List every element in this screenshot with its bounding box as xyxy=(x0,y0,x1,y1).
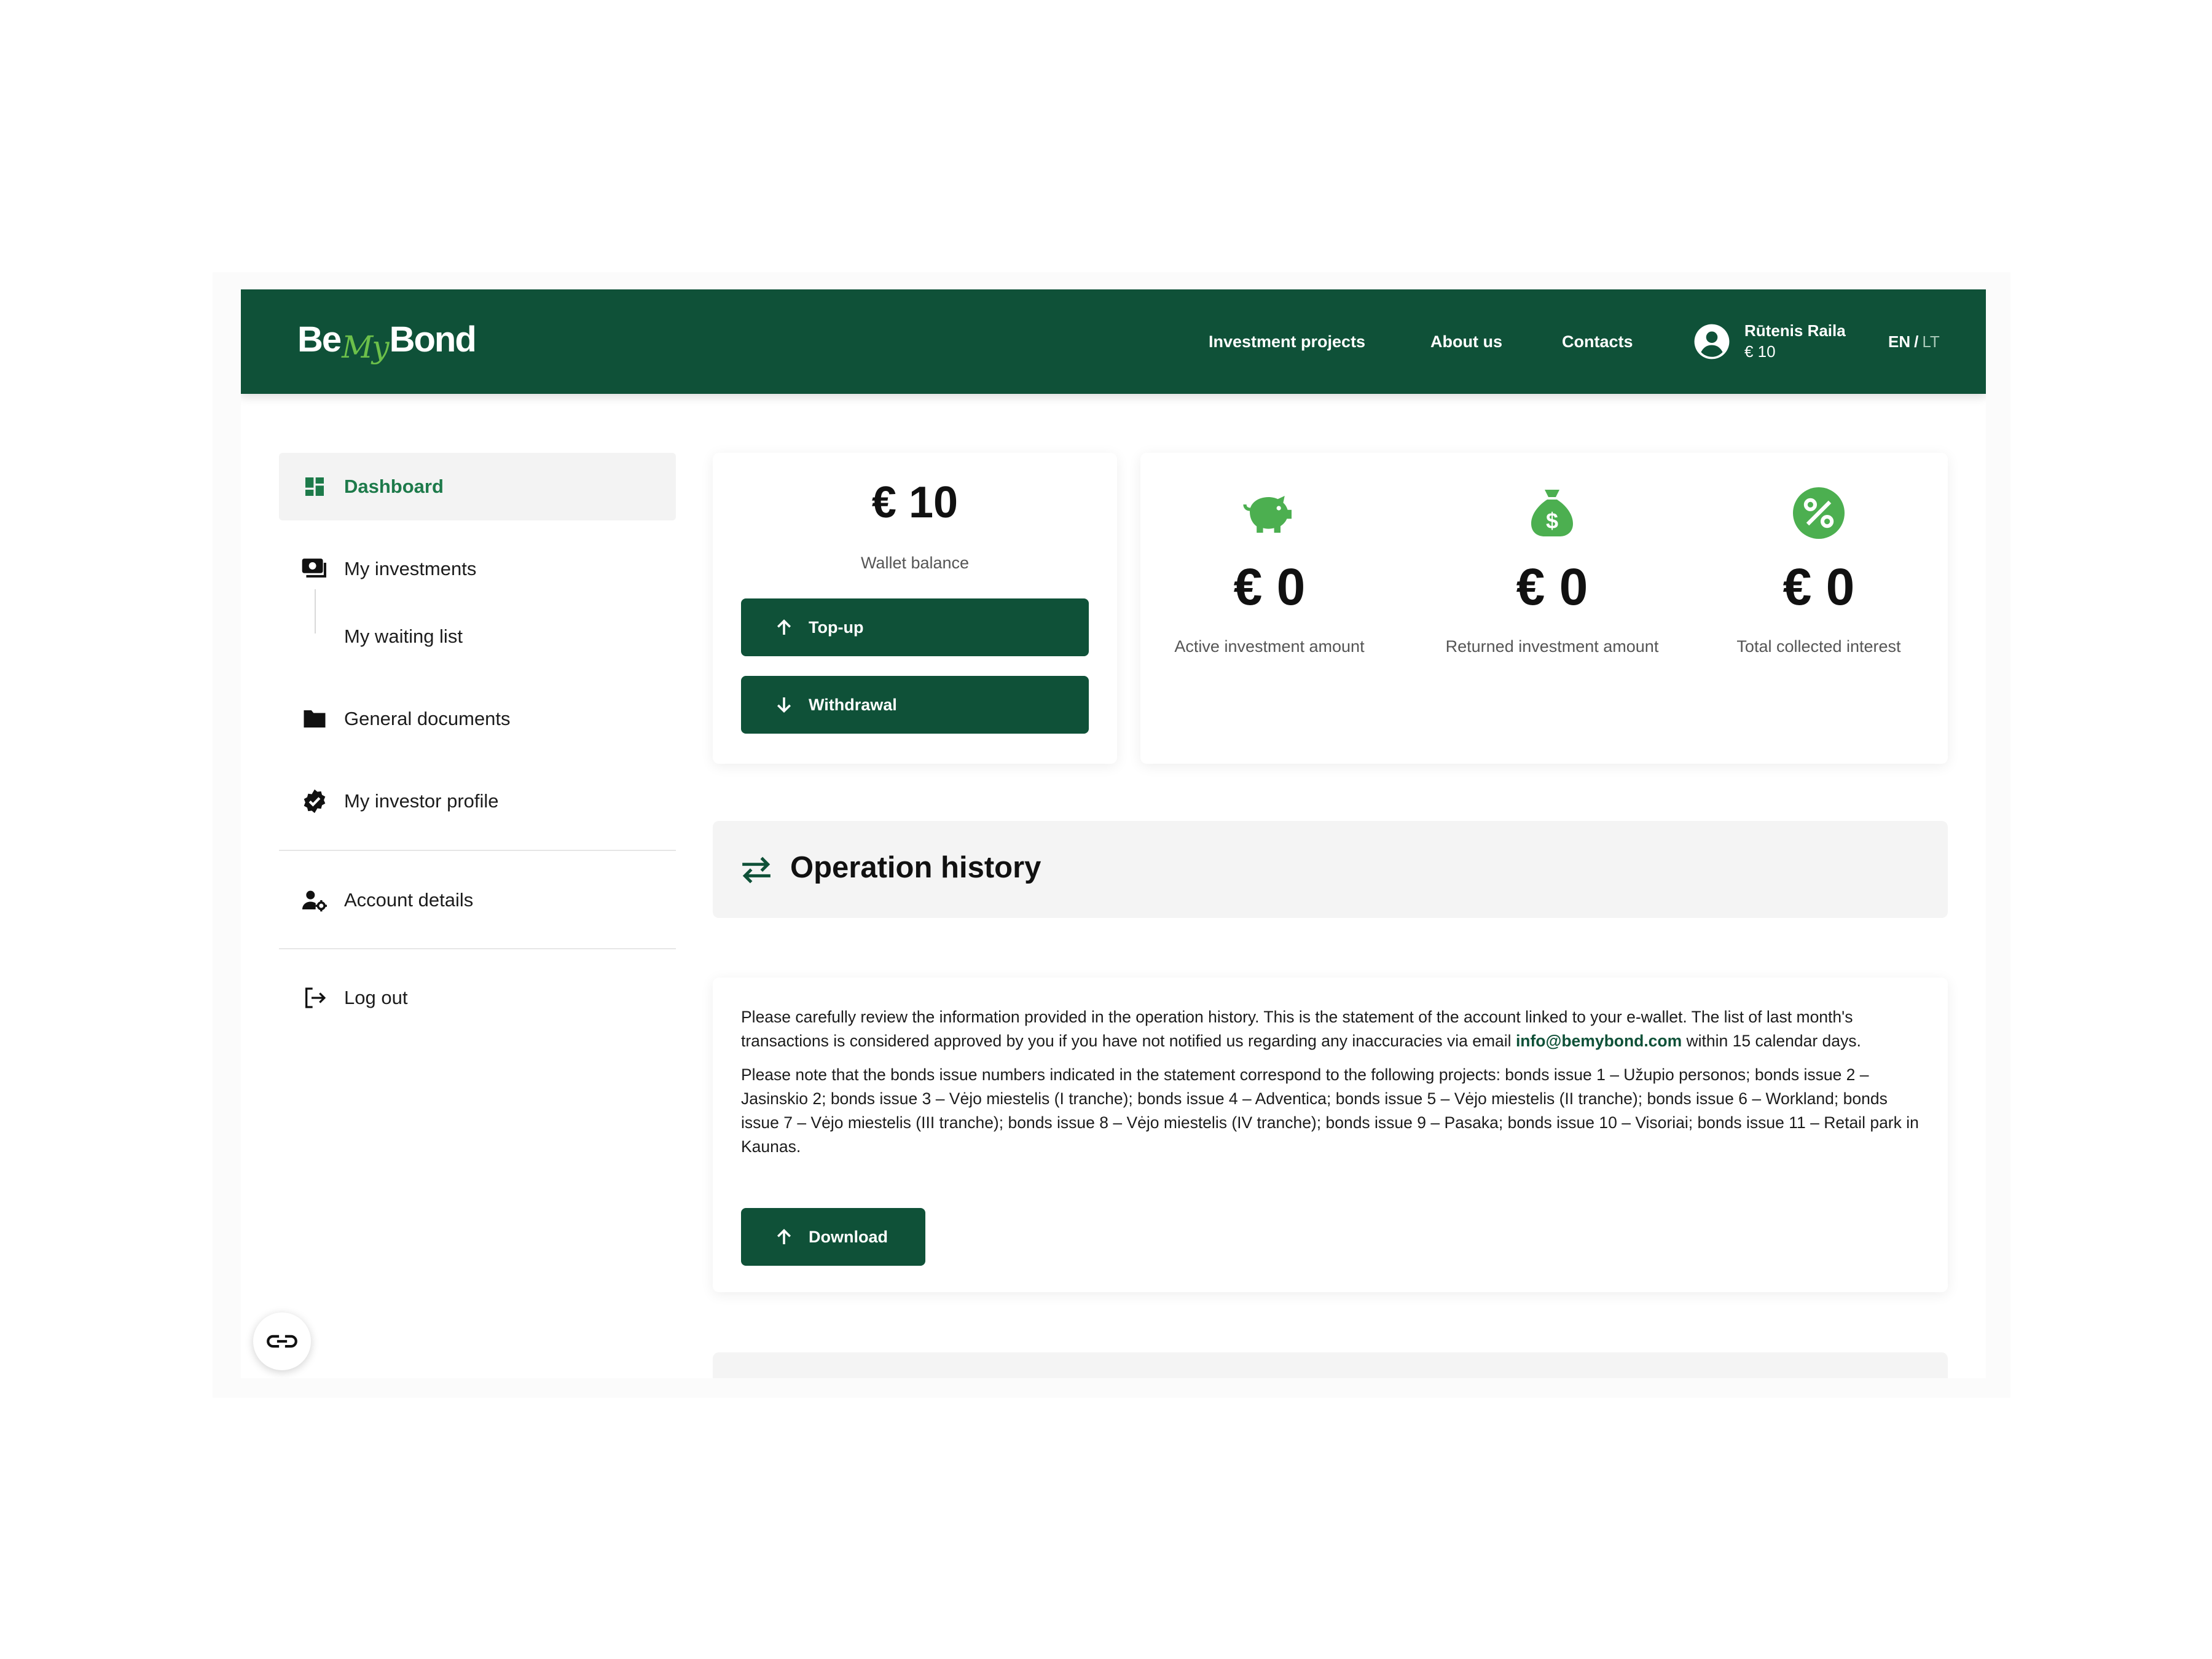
sidebar-divider xyxy=(279,850,676,851)
total-interest-label: Total collected interest xyxy=(1736,637,1901,656)
bonds-issue-note: Please note that the bonds issue numbers… xyxy=(741,1065,1919,1156)
returned-investment-value: € 0 xyxy=(1516,558,1588,616)
notice-text-end: within 15 calendar days. xyxy=(1682,1032,1861,1050)
wallet-balance-label: Wallet balance xyxy=(860,554,970,572)
support-email-link[interactable]: info@bemybond.com xyxy=(1516,1032,1682,1050)
sidebar-item-log-out[interactable]: Log out xyxy=(279,964,676,1032)
sidebar-item-account-details[interactable]: Account details xyxy=(279,866,676,934)
nav-investment-projects[interactable]: Investment projects xyxy=(1209,332,1365,351)
money-bag-icon: $ xyxy=(1531,490,1573,536)
lang-lt[interactable]: LT xyxy=(1922,332,1939,351)
stat-returned-investment: $ € 0 Returned investment amount xyxy=(1423,453,1681,764)
verified-badge-icon xyxy=(301,788,328,815)
stat-active-investment: € 0 Active investment amount xyxy=(1140,453,1398,764)
operation-history-info-card: Please carefully review the information … xyxy=(713,978,1948,1292)
logout-icon xyxy=(301,984,328,1011)
accessibility-widget-button[interactable] xyxy=(253,1312,311,1370)
sidebar-item-label: General documents xyxy=(344,708,511,729)
folder-icon xyxy=(301,705,328,732)
next-section-header xyxy=(713,1352,1948,1378)
top-up-label: Top-up xyxy=(809,618,864,637)
sidebar-item-label: My investor profile xyxy=(344,790,499,812)
money-icon xyxy=(301,555,328,582)
user-settings-icon xyxy=(301,887,328,914)
withdrawal-label: Withdrawal xyxy=(809,695,897,714)
lang-separator: / xyxy=(1914,332,1919,351)
investment-stats-card: € 0 Active investment amount $ € 0 Retur… xyxy=(1140,453,1948,764)
sidebar-item-label: My investments xyxy=(344,558,477,579)
link-loop-icon xyxy=(267,1335,297,1348)
percent-icon xyxy=(1793,487,1845,539)
download-label: Download xyxy=(809,1227,888,1246)
active-investment-value: € 0 xyxy=(1233,558,1306,616)
arrow-up-icon xyxy=(777,1228,791,1244)
sidebar-item-label: Dashboard xyxy=(344,476,444,497)
sidebar-item-label: Log out xyxy=(344,987,408,1008)
swap-arrows-icon xyxy=(742,857,771,884)
wallet-card: € 10 Wallet balance Top-up Withdrawal xyxy=(713,453,1117,764)
total-interest-value: € 0 xyxy=(1783,558,1855,616)
sidebar-item-my-investor-profile[interactable]: My investor profile xyxy=(279,767,676,835)
sidebar-item-my-investments[interactable]: My investments xyxy=(279,535,676,603)
nav-contacts[interactable]: Contacts xyxy=(1562,332,1633,351)
logo-bond: Bond xyxy=(389,320,477,359)
logo-be: Be xyxy=(297,320,342,359)
download-button[interactable]: Download xyxy=(741,1208,925,1266)
logo-my: My xyxy=(342,329,389,365)
sidebar-item-label: Account details xyxy=(344,889,474,911)
top-up-button[interactable]: Top-up xyxy=(741,598,1089,656)
nav-about-us[interactable]: About us xyxy=(1430,332,1502,351)
operation-history-text: Please carefully review the information … xyxy=(741,1005,1921,1159)
stat-total-interest: € 0 Total collected interest xyxy=(1690,453,1948,764)
lang-en[interactable]: EN xyxy=(1888,332,1910,351)
bemybond-logo[interactable]: Be My Bond xyxy=(297,319,477,368)
sidebar-divider xyxy=(279,948,676,949)
page: Be My Bond Investment projects About us Co… xyxy=(241,289,1986,1378)
user-avatar-icon[interactable] xyxy=(1693,323,1731,361)
operation-history-title: Operation history xyxy=(790,851,1041,884)
language-switcher: EN / LT xyxy=(1888,332,1940,351)
active-investment-label: Active investment amount xyxy=(1174,637,1365,656)
sidebar-item-general-documents[interactable]: General documents xyxy=(279,685,676,753)
wallet-balance-amount: € 10 xyxy=(871,478,959,527)
sidebar-item-dashboard[interactable]: Dashboard xyxy=(279,453,676,520)
returned-investment-label: Returned investment amount xyxy=(1445,637,1659,656)
top-navbar: Be My Bond Investment projects About us Co… xyxy=(241,289,1986,394)
user-name[interactable]: Rūtenis Raila xyxy=(1744,321,1846,340)
withdrawal-button[interactable]: Withdrawal xyxy=(741,676,1089,734)
sidebar-item-my-waiting-list[interactable]: My waiting list xyxy=(279,603,676,670)
statement-notice: Please carefully review the information … xyxy=(741,1005,1921,1053)
dashboard-icon xyxy=(301,473,328,500)
user-balance: € 10 xyxy=(1744,342,1776,361)
sidebar-item-label: My waiting list xyxy=(344,626,463,647)
operation-history-header: Operation history xyxy=(713,821,1948,918)
piggy-bank-icon xyxy=(1243,496,1292,533)
arrow-down-icon xyxy=(777,697,791,713)
svg-text:$: $ xyxy=(1546,508,1558,533)
arrow-up-icon xyxy=(777,619,791,635)
